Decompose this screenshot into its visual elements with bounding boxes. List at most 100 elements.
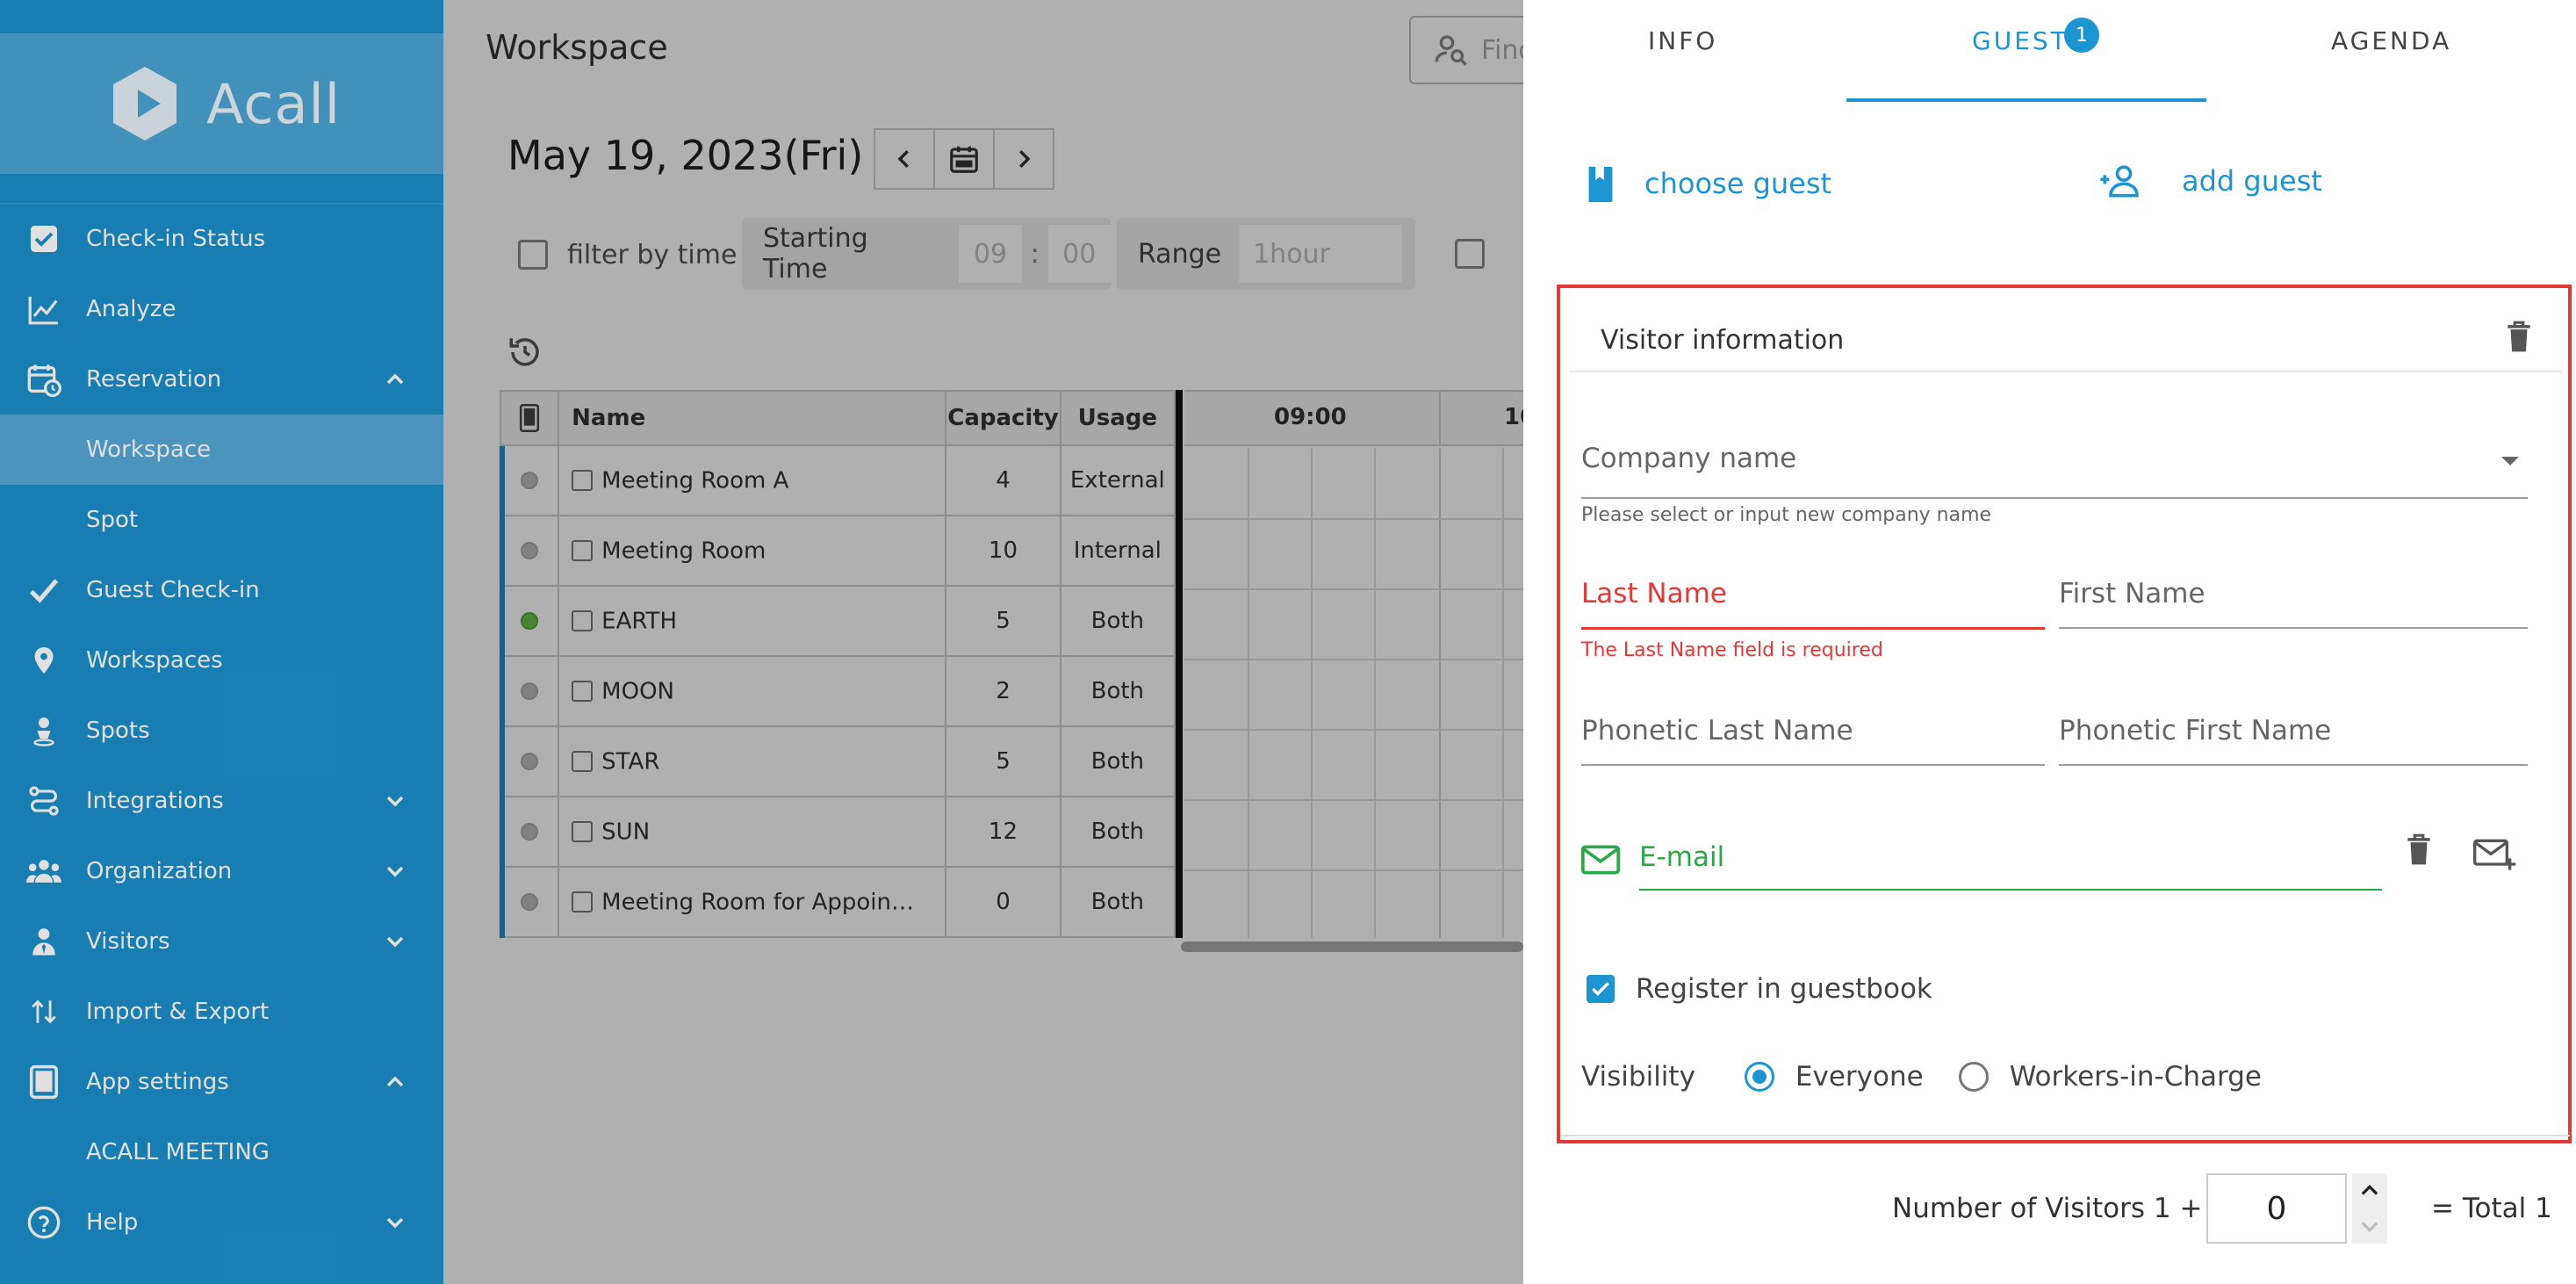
sidebar-item-acall-meeting[interactable]: ACALL MEETING: [0, 1117, 443, 1187]
row-checkbox[interactable]: [572, 751, 594, 773]
filter-by-time-toggle[interactable]: filter by time: [518, 220, 737, 290]
row-checkbox[interactable]: [572, 470, 594, 492]
main-content: Workspace Find May 19, 2023(Fri) filter …: [443, 0, 1585, 1284]
book-icon: [1588, 166, 1613, 203]
chevron-up-icon[interactable]: [381, 365, 409, 393]
calendar-button[interactable]: [933, 128, 995, 190]
email-input[interactable]: E-mail: [1639, 841, 2382, 892]
row-checkbox[interactable]: [572, 681, 594, 703]
sidebar-nav: Check-in Status Analyze Reservation Work…: [0, 204, 443, 1258]
tab-info[interactable]: INFO: [1648, 26, 1717, 55]
room-usage: Both: [1059, 866, 1176, 938]
page-title: Workspace: [486, 28, 668, 67]
table-row[interactable]: SUN 12 Both: [499, 796, 1176, 868]
radio-selected-icon: [1744, 1062, 1774, 1092]
row-checkbox[interactable]: [572, 540, 594, 562]
filter-by-time-checkbox[interactable]: [518, 240, 548, 270]
guest-panel: INFO GUESTS 1 AGENDA choose guest add gu…: [1523, 0, 2576, 1284]
first-name-label: First Name: [2059, 578, 2205, 610]
header-capacity[interactable]: Capacity: [945, 390, 1061, 446]
room-capacity: 10: [945, 515, 1061, 587]
chevron-down-icon[interactable]: [381, 1208, 409, 1237]
sidebar-item-organization[interactable]: Organization: [0, 836, 443, 906]
phonetic-first-name-input[interactable]: Phonetic First Name: [2059, 715, 2528, 768]
trash-icon[interactable]: [2505, 320, 2533, 353]
status-dot: [521, 893, 539, 911]
start-hour-input[interactable]: 09: [959, 225, 1022, 283]
sidebar-item-label: App settings: [86, 1069, 229, 1095]
chevron-up-icon[interactable]: [381, 1068, 409, 1096]
trash-icon[interactable]: [2405, 833, 2433, 866]
sidebar-item-workspaces[interactable]: Workspaces: [0, 625, 443, 696]
tab-agenda[interactable]: AGENDA: [2331, 26, 2451, 55]
starting-time-label: Starting Time: [763, 223, 868, 285]
header-name[interactable]: Name: [558, 390, 947, 446]
table-row[interactable]: Meeting Room for Appoin… 0 Both: [499, 866, 1176, 938]
room-name: SUN: [601, 819, 651, 846]
timeline-header: 09:00 10: [1184, 392, 1536, 446]
row-checkbox[interactable]: [572, 891, 594, 913]
row-checkbox[interactable]: [572, 821, 594, 843]
visitor-count-stepper[interactable]: [2352, 1173, 2387, 1244]
sidebar-item-integrations[interactable]: Integrations: [0, 766, 443, 836]
sidebar-item-import-export[interactable]: Import & Export: [0, 977, 443, 1047]
sidebar-item-reservation[interactable]: Reservation: [0, 344, 443, 415]
sidebar-item-workspace[interactable]: Workspace: [0, 415, 443, 485]
visibility-option-label: Workers-in-Charge: [2009, 1061, 2262, 1093]
time-slot-label: 09:00: [1274, 404, 1347, 430]
register-in-guestbook-label: Register in guestbook: [1636, 973, 1932, 1005]
choose-guest-button[interactable]: choose guest: [1583, 163, 1831, 204]
table-row[interactable]: STAR 5 Both: [499, 725, 1176, 797]
register-in-guestbook-checkbox[interactable]: Register in guestbook: [1587, 973, 1932, 1005]
email-label: E-mail: [1639, 841, 1725, 873]
last-name-input[interactable]: Last Name: [1581, 578, 2045, 631]
next-day-button[interactable]: [993, 128, 1054, 190]
sidebar-item-check-in-status[interactable]: Check-in Status: [0, 204, 443, 274]
chevron-down-icon[interactable]: [381, 857, 409, 885]
timeline-grid[interactable]: 09:00 10: [1184, 390, 1536, 938]
header-usage[interactable]: Usage: [1059, 390, 1176, 446]
add-email-icon[interactable]: [2473, 838, 2517, 873]
table-row[interactable]: Meeting Room A 4 External: [499, 444, 1176, 516]
room-capacity: 5: [945, 585, 1061, 657]
sidebar-item-label: Workspace: [86, 436, 212, 463]
checkbox-icon: [26, 221, 61, 256]
first-name-input[interactable]: First Name: [2059, 578, 2528, 631]
visibility-option-everyone[interactable]: Everyone: [1744, 1061, 1924, 1093]
logo[interactable]: Acall: [0, 33, 443, 174]
sidebar-item-label: Guest Check-in: [86, 577, 260, 603]
chevron-down-icon[interactable]: [2357, 1214, 2382, 1238]
chevron-down-icon[interactable]: [381, 787, 409, 815]
sidebar-item-spot[interactable]: Spot: [0, 485, 443, 555]
add-person-icon: [2100, 165, 2139, 198]
sidebar-item-analyze[interactable]: Analyze: [0, 274, 443, 344]
visibility-option-workers-in-charge[interactable]: Workers-in-Charge: [1958, 1061, 2262, 1093]
range-group: Range 1hour: [1117, 218, 1415, 290]
filter-checkbox[interactable]: [1455, 239, 1485, 269]
chevron-left-icon: [897, 150, 909, 168]
company-name-select[interactable]: Company name: [1581, 443, 2528, 501]
sidebar-item-visitors[interactable]: Visitors: [0, 906, 443, 977]
room-usage: Both: [1059, 655, 1176, 727]
phonetic-last-name-input[interactable]: Phonetic Last Name: [1581, 715, 2045, 768]
chevron-up-icon[interactable]: [2357, 1179, 2382, 1203]
row-checkbox[interactable]: [572, 610, 594, 632]
refresh-icon[interactable]: [507, 334, 543, 371]
sidebar-item-spots[interactable]: Spots: [0, 696, 443, 766]
chevron-down-icon[interactable]: [381, 927, 409, 956]
table-row[interactable]: Meeting Room 10 Internal: [499, 515, 1176, 587]
horizontal-scrollbar[interactable]: [1181, 941, 1523, 952]
visitor-count-input[interactable]: 0: [2206, 1173, 2347, 1244]
range-select[interactable]: 1hour: [1239, 225, 1403, 283]
sidebar-item-app-settings[interactable]: App settings: [0, 1047, 443, 1117]
room-name: STAR: [601, 748, 660, 775]
sidebar-item-help[interactable]: Help: [0, 1187, 443, 1258]
visitor-count-footer: Number of Visitors 1 + 0 = Total 1: [1523, 1173, 2576, 1251]
sidebar-item-guest-check-in[interactable]: Guest Check-in: [0, 555, 443, 625]
prev-day-button[interactable]: [874, 128, 935, 190]
start-minute-input[interactable]: 00: [1047, 225, 1112, 283]
add-guest-button[interactable]: add guest: [2097, 163, 2322, 198]
table-row[interactable]: MOON 2 Both: [499, 655, 1176, 727]
table-row[interactable]: EARTH 5 Both: [499, 585, 1176, 657]
logo-text: Acall: [206, 71, 341, 136]
